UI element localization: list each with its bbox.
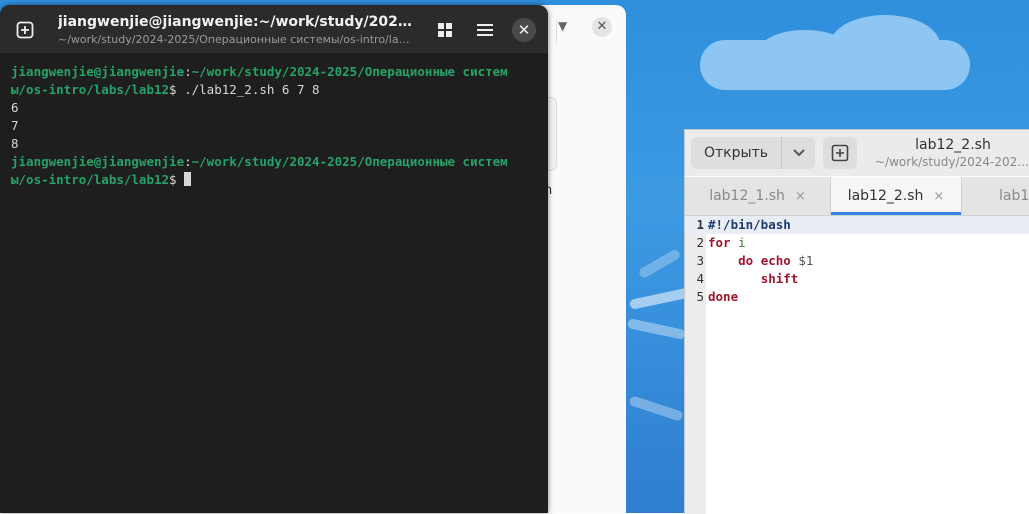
text-cursor [184,172,192,186]
code-text: done [708,288,738,306]
code-token: #!/bin/bash [708,217,791,232]
terminal-line: ы/os-intro/labs/lab12$ ./lab12_2.sh 6 7 … [11,81,541,99]
prompt-path: ~/work/study/2024-2025/Операционные сист… [191,154,508,169]
prompt-user: jiangwenjie@jiangwenjie [11,154,185,169]
code-token: echo [760,253,791,268]
code-line[interactable]: 5 done [685,288,1029,306]
code-line[interactable]: 3 do echo $1 [685,252,1029,270]
prompt-separator: : [184,64,192,79]
output-text: 8 [11,136,19,151]
tab-lab12-1[interactable]: lab12_1.sh × [685,177,831,215]
terminal-line: jiangwenjie@jiangwenjie:~/work/study/202… [11,153,541,171]
new-tab-icon[interactable] [14,19,36,41]
grid-icon[interactable] [434,19,456,41]
code-area[interactable]: 1 #!/bin/bash 2 for i3 do echo $1 4 shift 5 do… [685,216,1029,306]
prompt-path: ~/work/study/2024-2025/Операционные сист… [191,64,508,79]
code-token: shift [760,271,799,286]
line-number: 3 [696,253,704,268]
terminal-header: jiangwenjie@jiangwenjie:~/work/study/202… [0,5,548,53]
line-number: 2 [696,235,704,250]
terminal-window[interactable]: jiangwenjie@jiangwenjie:~/work/study/202… [0,5,548,513]
close-icon[interactable]: ✕ [592,17,612,37]
terminal-line: ы/os-intro/labs/lab12$ [11,171,541,189]
terminal-line: jiangwenjie@jiangwenjie:~/work/study/202… [11,63,541,81]
code-token: i [738,235,746,250]
wallpaper-streak [628,287,690,310]
terminal-line: 7 [11,117,541,135]
code-token: $1 [798,253,814,268]
terminal-subtitle: ~/work/study/2024-2025/Операционные сист… [58,33,414,46]
terminal-line: 8 [11,135,541,153]
command-text: $ ./lab12_2.sh 6 7 8 [169,82,320,97]
prompt-path: ы/os-intro/labs/lab12 [11,82,170,97]
text-editor-window[interactable]: Открыть lab12_2.sh ~/work/study/2024-202… [684,129,1029,514]
code-line[interactable]: 2 for i [685,234,1029,252]
chevron-down-icon[interactable]: ▼ [558,19,567,33]
code-text: do echo $1 [708,252,813,270]
wallpaper-streak [637,248,682,280]
terminal-output[interactable]: jiangwenjie@jiangwenjie:~/work/study/202… [11,63,541,189]
editor-subtitle: ~/work/study/2024-2025/Операционные сист… [875,155,1029,169]
code-token: for [708,235,731,250]
open-button-label[interactable]: Открыть [691,137,782,169]
header-separator [556,19,557,45]
hamburger-menu-icon[interactable] [474,19,496,41]
code-token: done [708,289,739,304]
prompt-symbol: $ [169,172,185,187]
tab-lab12-3[interactable]: lab12_3.sh [962,177,1029,215]
close-icon[interactable]: ✕ [512,18,536,42]
editor-header: Открыть lab12_2.sh ~/work/study/2024-202… [685,130,1029,176]
close-icon[interactable]: × [795,189,806,204]
code-text: for i [708,234,746,252]
tab-label: lab12_3.sh [999,188,1029,204]
tab-label: lab12_2.sh [847,188,924,204]
prompt-separator: : [184,154,192,169]
wallpaper-streak [628,395,684,422]
open-button[interactable]: Открыть [691,137,815,169]
close-icon[interactable]: × [933,189,944,204]
tab-lab12-2[interactable]: lab12_2.sh × [831,177,962,215]
chevron-down-icon[interactable] [782,137,815,169]
line-number: 1 [696,217,704,232]
output-text: 7 [11,118,19,133]
prompt-user: jiangwenjie@jiangwenjie [11,64,185,79]
new-document-icon[interactable] [823,137,857,169]
prompt-path: ы/os-intro/labs/lab12 [11,172,170,187]
line-number: 4 [696,271,704,286]
code-line[interactable]: 4 shift [685,270,1029,288]
file-manager-window: ▼ ✕ h [538,5,626,513]
wallpaper-streak [626,318,686,340]
code-text: #!/bin/bash [708,216,791,234]
code-text: shift [708,270,799,288]
editor-title: lab12_2.sh [915,137,991,153]
line-number: 5 [696,289,704,304]
code-token: do [738,253,754,268]
wallpaper-cloud [760,30,850,70]
output-text: 6 [11,100,19,115]
tab-label: lab12_1.sh [709,188,785,204]
code-line[interactable]: 1 #!/bin/bash [685,216,1029,234]
terminal-line: 6 [11,99,541,117]
editor-tabbar: lab12_1.sh × lab12_2.sh × lab12_3.sh [685,177,1029,216]
terminal-title: jiangwenjie@jiangwenjie:~/work/study/202… [58,14,414,30]
